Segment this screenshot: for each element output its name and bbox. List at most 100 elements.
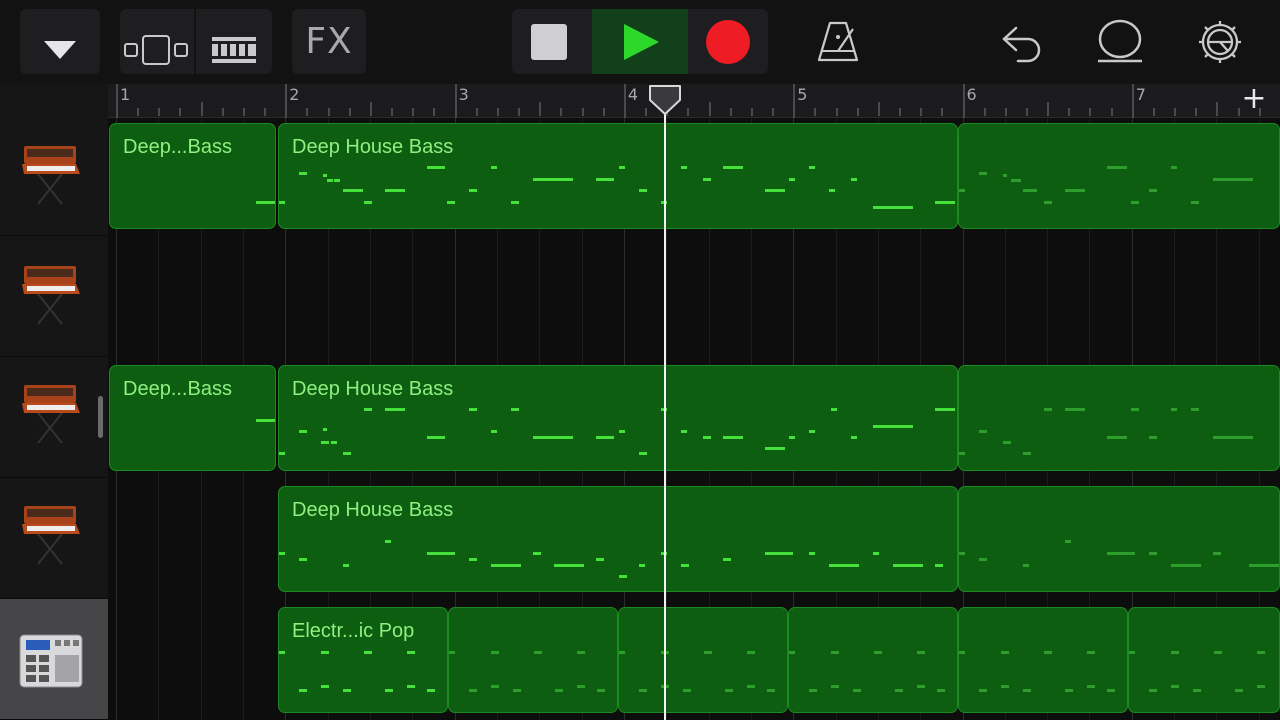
grid-line: [454, 236, 456, 357]
grid-line: [750, 236, 752, 357]
grid-line: [496, 236, 498, 357]
beat-tick: [158, 108, 161, 116]
bar-line: [793, 84, 796, 118]
bar-line: [116, 84, 118, 118]
track-menu-button[interactable]: [20, 9, 100, 74]
settings-button[interactable]: [1190, 9, 1250, 74]
bar-line: [1131, 84, 1134, 118]
region-t3-c[interactable]: [958, 365, 1280, 471]
grid-line: [242, 236, 244, 357]
grid-view-button[interactable]: [196, 9, 272, 74]
record-button[interactable]: [688, 9, 768, 74]
beat-tick: [835, 108, 838, 116]
stop-icon: [531, 24, 567, 60]
track-scroll-indicator[interactable]: [98, 396, 103, 438]
region-t5-f[interactable]: [1128, 607, 1280, 713]
synth-keyboard-icon: [22, 266, 80, 325]
region-t5-b[interactable]: [448, 607, 618, 713]
track-header-2[interactable]: [0, 236, 108, 357]
bar-number: 3: [458, 85, 469, 104]
grid-line: [200, 478, 202, 599]
grid-line: [200, 599, 202, 720]
track-header-4[interactable]: [0, 478, 108, 599]
beat-tick: [1216, 102, 1219, 116]
beat-tick: [1195, 108, 1198, 116]
tracks-view-button[interactable]: [120, 9, 194, 74]
transport-controls: [512, 9, 768, 74]
stop-button[interactable]: [512, 9, 590, 74]
grid-line: [920, 236, 922, 357]
bar-line: [623, 84, 626, 118]
beat-tick: [750, 108, 753, 116]
region-t3-b[interactable]: Deep House Bass: [278, 365, 958, 471]
beat-tick: [327, 108, 330, 116]
beat-tick: [306, 108, 309, 116]
region-t4-a[interactable]: Deep House Bass: [278, 486, 958, 592]
track-header-5[interactable]: [0, 599, 108, 720]
beat-tick: [433, 108, 436, 116]
beat-tick: [200, 102, 203, 116]
beat-tick: [137, 108, 140, 116]
grid-line: [158, 599, 160, 720]
region-t1-a[interactable]: Deep...Bass: [109, 123, 276, 229]
playhead-handle[interactable]: [648, 84, 682, 116]
undo-button[interactable]: [990, 9, 1050, 74]
tracks-view-icon: [124, 35, 188, 65]
loop-browser-button[interactable]: [1090, 9, 1150, 74]
grid-view-icon: [212, 37, 256, 63]
beat-tick: [539, 102, 542, 116]
grid-line: [708, 236, 710, 357]
grid-line: [242, 478, 244, 599]
track-lane-2[interactable]: [108, 236, 1280, 357]
beat-tick: [412, 108, 415, 116]
grid-line: [1174, 236, 1176, 357]
beat-tick: [645, 108, 648, 116]
timeline-ruler[interactable]: 1 2 3 4 5 6 7: [108, 84, 1280, 118]
region-t1-b[interactable]: Deep House Bass: [278, 123, 958, 229]
beat-tick: [687, 108, 690, 116]
region-name: Deep House Bass: [292, 136, 454, 158]
grid-line: [835, 236, 837, 357]
region-name: Deep...Bass: [123, 136, 232, 158]
region-t3-a[interactable]: Deep...Bass: [109, 365, 276, 471]
bar-number: 1: [120, 85, 131, 104]
region-t5-c[interactable]: [618, 607, 788, 713]
grid-line: [116, 599, 117, 720]
grid-line: [158, 478, 160, 599]
play-icon: [624, 24, 659, 60]
metronome-icon: [817, 21, 859, 62]
region-t5-e[interactable]: [958, 607, 1128, 713]
beat-tick: [1174, 108, 1177, 116]
beat-tick: [1152, 108, 1155, 116]
synth-keyboard-icon: [22, 385, 80, 444]
grid-line: [1004, 236, 1006, 357]
grid-line: [285, 236, 287, 357]
region-t5-d[interactable]: [788, 607, 958, 713]
beat-tick: [518, 108, 521, 116]
beat-tick: [814, 108, 817, 116]
fx-button[interactable]: FX: [292, 9, 366, 74]
grid-line: [962, 236, 964, 357]
beat-tick: [391, 108, 394, 116]
fx-label: FX: [305, 21, 353, 62]
track-header-1[interactable]: [0, 118, 108, 236]
top-toolbar: FX: [0, 0, 1280, 84]
beat-tick: [369, 102, 372, 116]
beat-tick: [729, 108, 732, 116]
play-button[interactable]: [592, 9, 688, 74]
beat-tick: [242, 108, 245, 116]
synth-keyboard-icon: [22, 506, 80, 565]
region-t4-b[interactable]: [958, 486, 1280, 592]
grid-line: [877, 236, 879, 357]
grid-line: [158, 236, 160, 357]
region-t1-c[interactable]: [958, 123, 1280, 229]
track-header-3[interactable]: [0, 357, 108, 478]
beat-tick: [1110, 108, 1113, 116]
loop-icon: [1098, 19, 1142, 63]
grid-line: [1089, 236, 1091, 357]
beat-tick: [1047, 102, 1050, 116]
grid-line: [1216, 236, 1218, 357]
add-section-button[interactable]: +: [1236, 84, 1272, 114]
region-t5-a[interactable]: Electr...ic Pop: [278, 607, 448, 713]
metronome-button[interactable]: [808, 9, 868, 74]
